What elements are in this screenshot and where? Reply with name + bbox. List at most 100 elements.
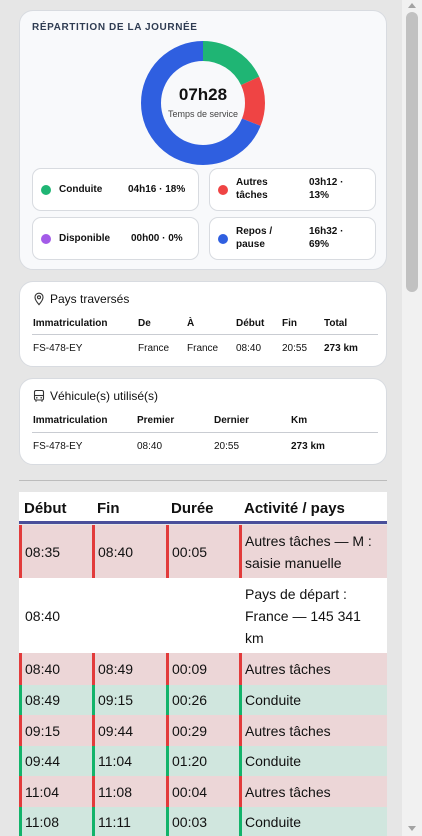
- conduite-dot-icon: [41, 185, 51, 195]
- cell-text: 09:44: [98, 723, 134, 739]
- scrollbar-thumb[interactable]: [406, 12, 418, 292]
- activity-color-bar: [166, 653, 169, 685]
- cell-text: 08:35: [25, 544, 61, 560]
- map-pin-icon: [34, 292, 44, 306]
- table-cell: 08:40: [137, 441, 163, 452]
- table-cell: 20:55: [214, 441, 240, 452]
- cell-end: 08:49: [92, 653, 166, 685]
- scroll-down-arrow-icon[interactable]: [408, 826, 416, 831]
- activity-row: 08:40 Pays de départ : France — 145 341 k…: [19, 578, 387, 653]
- activity-color-bar: [92, 525, 95, 578]
- activity-color-bar: [239, 685, 242, 715]
- col-header: À: [187, 318, 195, 329]
- legend-repos-pause: Repos / pause 16h32 · 69%: [209, 217, 376, 260]
- cell-text: 08:49: [25, 692, 61, 708]
- table-cell: FS-478-EY: [33, 343, 83, 354]
- cell-end: 11:11: [92, 807, 166, 836]
- cell-start: 11:08: [19, 807, 92, 836]
- cell-start: 09:15: [19, 715, 92, 746]
- cell-text: Autres tâches: [245, 661, 331, 677]
- activity-color-bar: [92, 746, 95, 776]
- legend-value: 16h32 · 69%: [309, 226, 344, 250]
- total-service-time: 07h28: [178, 85, 228, 104]
- cell-text: 08:40: [25, 661, 61, 677]
- cell-text: 09:44: [25, 753, 61, 769]
- cell-activity: Pays de départ : France — 145 341 km: [239, 578, 387, 653]
- legend-autres-taches: Autres tâches 03h12 · 13%: [209, 168, 376, 211]
- scroll-up-arrow-icon[interactable]: [408, 3, 416, 8]
- countries-header: Pays traversés: [32, 292, 129, 306]
- cell-start: 08:40: [19, 578, 92, 653]
- activity-color-bar: [19, 746, 22, 776]
- cell-text: 11:08: [98, 784, 132, 800]
- vehicles-header: Véhicule(s) utilisé(s): [32, 389, 158, 403]
- cell-text: Autres tâches: [245, 723, 331, 739]
- activity-row: 09:44 11:04 01:20 Conduite: [19, 746, 387, 776]
- activity-color-bar: [92, 715, 95, 746]
- section-divider: [19, 480, 387, 481]
- cell-start: 11:04: [19, 776, 92, 807]
- cell-text: 00:26: [172, 692, 208, 708]
- cell-activity: Autres tâches — M : saisie manuelle: [239, 525, 387, 578]
- activity-color-bar: [19, 715, 22, 746]
- activity-row: 11:04 11:08 00:04 Autres tâches: [19, 776, 387, 807]
- cell-text: 00:03: [172, 814, 208, 830]
- repos-pause-dot-icon: [218, 234, 228, 244]
- page: RÉPARTITION DE LA JOURNÉE 07h28 Temps de…: [0, 0, 402, 836]
- vehicles-card: Véhicule(s) utilisé(s) Immatriculation P…: [19, 378, 387, 465]
- activity-color-bar: [166, 807, 169, 836]
- table-divider: [32, 334, 378, 335]
- cell-end: 11:08: [92, 776, 166, 807]
- activity-row: 08:35 08:40 00:05 Autres tâches — M : saisi…: [19, 525, 387, 578]
- cell-duration: 01:20: [166, 746, 239, 776]
- col-header: De: [138, 318, 151, 329]
- legend-disponible: Disponible 00h00 · 0%: [32, 217, 199, 260]
- cell-text: Conduite: [245, 692, 302, 708]
- cell-text: 00:09: [172, 661, 208, 677]
- col-header-fin: Fin: [97, 500, 120, 517]
- cell-duration: 00:05: [166, 525, 239, 578]
- service-time-donut: 07h28 Temps de service: [140, 40, 266, 166]
- activity-color-bar: [239, 715, 242, 746]
- cell-duration: 00:04: [166, 776, 239, 807]
- cell-end: 11:04: [92, 746, 166, 776]
- cell-duration: 00:03: [166, 807, 239, 836]
- activity-row: 08:49 09:15 00:26 Conduite: [19, 685, 387, 715]
- cell-text: Pays de départ : France — 145 341 km: [245, 586, 361, 646]
- cell-text: Autres tâches — M : saisie manuelle: [245, 533, 372, 571]
- autres-taches-dot-icon: [218, 185, 228, 195]
- cell-duration: 00:29: [166, 715, 239, 746]
- legend-label: Conduite: [59, 184, 103, 195]
- col-header: Total: [324, 318, 348, 329]
- cell-text: 00:29: [172, 723, 208, 739]
- countries-title: Pays traversés: [50, 292, 130, 306]
- cell-end: [92, 578, 166, 653]
- cell-text: 00:05: [172, 544, 208, 560]
- vehicles-title: Véhicule(s) utilisé(s): [50, 389, 159, 403]
- activity-color-bar: [239, 807, 242, 836]
- table-cell: 08:40: [236, 343, 262, 354]
- legend-value: 00h00 · 0%: [131, 233, 183, 244]
- cell-text: 11:11: [98, 814, 131, 830]
- day-breakdown-title: RÉPARTITION DE LA JOURNÉE: [32, 22, 198, 33]
- cell-end: 09:44: [92, 715, 166, 746]
- activity-color-bar: [166, 685, 169, 715]
- activity-color-bar: [239, 525, 242, 578]
- cell-text: 11:04: [98, 753, 132, 769]
- activity-row: 09:15 09:44 00:29 Autres tâches: [19, 715, 387, 746]
- activity-color-bar: [19, 685, 22, 715]
- cell-end: 09:15: [92, 685, 166, 715]
- vertical-scrollbar[interactable]: [402, 0, 422, 836]
- cell-text: Autres tâches: [245, 784, 331, 800]
- activity-color-bar: [19, 653, 22, 685]
- cell-activity: Conduite: [239, 746, 387, 776]
- cell-start: 08:40: [19, 653, 92, 685]
- cell-activity: Conduite: [239, 807, 387, 836]
- col-header: Premier: [137, 415, 175, 426]
- table-cell: 273 km: [324, 343, 358, 354]
- col-header-activite: Activité / pays: [244, 500, 345, 517]
- cell-text: Conduite: [245, 814, 302, 830]
- cell-text: 09:15: [25, 723, 61, 739]
- activity-color-bar: [166, 746, 169, 776]
- cell-activity: Conduite: [239, 685, 387, 715]
